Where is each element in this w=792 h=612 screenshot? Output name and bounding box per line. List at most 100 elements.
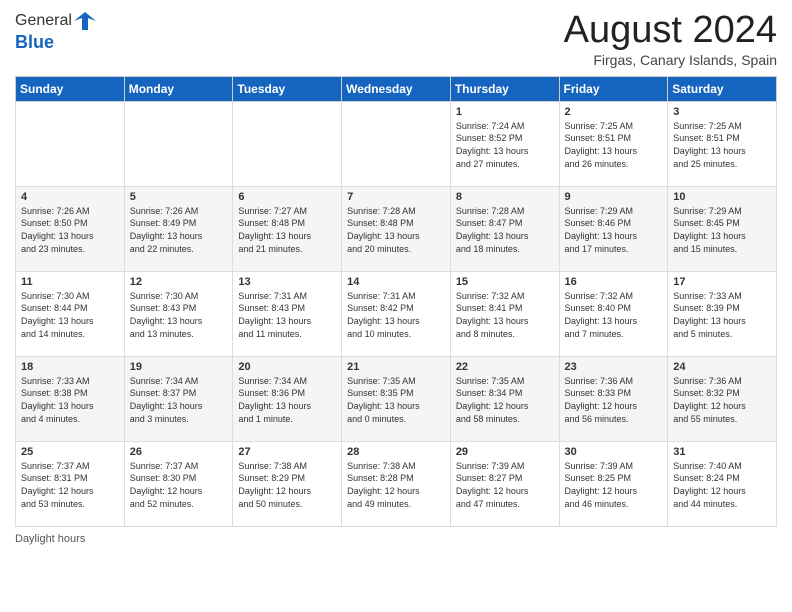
- calendar-day-header: Wednesday: [342, 76, 451, 101]
- day-number: 8: [456, 191, 554, 203]
- calendar-day-cell: 10Sunrise: 7:29 AM Sunset: 8:45 PM Dayli…: [668, 186, 777, 271]
- day-info: Sunrise: 7:34 AM Sunset: 8:36 PM Dayligh…: [238, 375, 336, 425]
- day-info: Sunrise: 7:25 AM Sunset: 8:51 PM Dayligh…: [673, 120, 771, 170]
- calendar-week-row: 1Sunrise: 7:24 AM Sunset: 8:52 PM Daylig…: [16, 101, 777, 186]
- calendar-day-cell: 21Sunrise: 7:35 AM Sunset: 8:35 PM Dayli…: [342, 356, 451, 441]
- title-block: August 2024 Firgas, Canary Islands, Spai…: [564, 10, 777, 68]
- day-info: Sunrise: 7:29 AM Sunset: 8:46 PM Dayligh…: [565, 205, 663, 255]
- day-number: 31: [673, 446, 771, 458]
- day-info: Sunrise: 7:26 AM Sunset: 8:49 PM Dayligh…: [130, 205, 228, 255]
- calendar-day-cell: 14Sunrise: 7:31 AM Sunset: 8:42 PM Dayli…: [342, 271, 451, 356]
- calendar-day-cell: 28 Sunrise: 7:38 AM Sunset: 8:28 PM Dayli…: [342, 441, 451, 526]
- day-number: 14: [347, 276, 445, 288]
- day-info: Sunrise: 7:37 AM Sunset: 8:30 PM Dayligh…: [130, 460, 228, 510]
- calendar-day-cell: 6 Sunrise: 7:27 AM Sunset: 8:48 PM Daylig…: [233, 186, 342, 271]
- calendar-header-row: SundayMondayTuesdayWednesdayThursdayFrid…: [16, 76, 777, 101]
- day-number: 23: [565, 361, 663, 373]
- day-number: 20: [238, 361, 336, 373]
- day-number: 19: [130, 361, 228, 373]
- day-info: Sunrise: 7:32 AM Sunset: 8:41 PM Dayligh…: [456, 290, 554, 340]
- day-info: Sunrise: 7:39 AM Sunset: 8:27 PM Dayligh…: [456, 460, 554, 510]
- day-info: Sunrise: 7:34 AM Sunset: 8:37 PM Dayligh…: [130, 375, 228, 425]
- calendar-day-cell: 9 Sunrise: 7:29 AM Sunset: 8:46 PM Daylig…: [559, 186, 668, 271]
- calendar-day-header: Monday: [124, 76, 233, 101]
- day-number: 4: [21, 191, 119, 203]
- day-number: 3: [673, 106, 771, 118]
- calendar-day-cell: 27Sunrise: 7:38 AM Sunset: 8:29 PM Dayli…: [233, 441, 342, 526]
- day-info: Sunrise: 7:28 AM Sunset: 8:48 PM Dayligh…: [347, 205, 445, 255]
- logo: General Blue: [15, 10, 96, 53]
- calendar-week-row: 11Sunrise: 7:30 AM Sunset: 8:44 PM Dayli…: [16, 271, 777, 356]
- calendar-day-header: Tuesday: [233, 76, 342, 101]
- calendar-day-cell: 19 Sunrise: 7:34 AM Sunset: 8:37 PM Dayli…: [124, 356, 233, 441]
- calendar-day-cell: 13 Sunrise: 7:31 AM Sunset: 8:43 PM Dayli…: [233, 271, 342, 356]
- day-number: 22: [456, 361, 554, 373]
- day-number: 6: [238, 191, 336, 203]
- day-number: 12: [130, 276, 228, 288]
- calendar-day-header: Friday: [559, 76, 668, 101]
- header: General Blue August 2024 Firgas, Canary …: [15, 10, 777, 68]
- calendar-day-cell: [342, 101, 451, 186]
- month-year-title: August 2024: [564, 10, 777, 52]
- calendar-table: SundayMondayTuesdayWednesdayThursdayFrid…: [15, 76, 777, 527]
- calendar-day-cell: 11Sunrise: 7:30 AM Sunset: 8:44 PM Dayli…: [16, 271, 125, 356]
- calendar-day-cell: 15Sunrise: 7:32 AM Sunset: 8:41 PM Dayli…: [450, 271, 559, 356]
- calendar-day-cell: 17Sunrise: 7:33 AM Sunset: 8:39 PM Dayli…: [668, 271, 777, 356]
- daylight-hours-label: Daylight hours: [15, 533, 85, 545]
- calendar-day-cell: 3 Sunrise: 7:25 AM Sunset: 8:51 PM Daylig…: [668, 101, 777, 186]
- day-info: Sunrise: 7:32 AM Sunset: 8:40 PM Dayligh…: [565, 290, 663, 340]
- calendar-week-row: 4 Sunrise: 7:26 AM Sunset: 8:50 PM Daylig…: [16, 186, 777, 271]
- day-number: 7: [347, 191, 445, 203]
- day-number: 11: [21, 276, 119, 288]
- calendar-day-cell: 7 Sunrise: 7:28 AM Sunset: 8:48 PM Daylig…: [342, 186, 451, 271]
- calendar-day-cell: 26Sunrise: 7:37 AM Sunset: 8:30 PM Dayli…: [124, 441, 233, 526]
- day-info: Sunrise: 7:33 AM Sunset: 8:38 PM Dayligh…: [21, 375, 119, 425]
- calendar-day-cell: [233, 101, 342, 186]
- day-info: Sunrise: 7:27 AM Sunset: 8:48 PM Dayligh…: [238, 205, 336, 255]
- calendar-day-cell: 29 Sunrise: 7:39 AM Sunset: 8:27 PM Dayli…: [450, 441, 559, 526]
- calendar-day-cell: 23Sunrise: 7:36 AM Sunset: 8:33 PM Dayli…: [559, 356, 668, 441]
- calendar-day-header: Sunday: [16, 76, 125, 101]
- calendar-week-row: 25 Sunrise: 7:37 AM Sunset: 8:31 PM Dayli…: [16, 441, 777, 526]
- location-text: Firgas, Canary Islands, Spain: [564, 52, 777, 68]
- logo-bird-icon: [74, 10, 96, 32]
- calendar-day-cell: 16 Sunrise: 7:32 AM Sunset: 8:40 PM Dayli…: [559, 271, 668, 356]
- day-info: Sunrise: 7:31 AM Sunset: 8:43 PM Dayligh…: [238, 290, 336, 340]
- calendar-day-cell: [124, 101, 233, 186]
- day-number: 9: [565, 191, 663, 203]
- logo-blue-text: Blue: [15, 32, 96, 53]
- calendar-day-cell: 4 Sunrise: 7:26 AM Sunset: 8:50 PM Daylig…: [16, 186, 125, 271]
- day-info: Sunrise: 7:40 AM Sunset: 8:24 PM Dayligh…: [673, 460, 771, 510]
- calendar-day-cell: 22 Sunrise: 7:35 AM Sunset: 8:34 PM Dayli…: [450, 356, 559, 441]
- calendar-day-header: Thursday: [450, 76, 559, 101]
- day-info: Sunrise: 7:24 AM Sunset: 8:52 PM Dayligh…: [456, 120, 554, 170]
- logo-general-text: General: [15, 12, 72, 30]
- day-number: 29: [456, 446, 554, 458]
- day-info: Sunrise: 7:38 AM Sunset: 8:28 PM Dayligh…: [347, 460, 445, 510]
- day-number: 28: [347, 446, 445, 458]
- day-number: 25: [21, 446, 119, 458]
- day-number: 2: [565, 106, 663, 118]
- day-info: Sunrise: 7:28 AM Sunset: 8:47 PM Dayligh…: [456, 205, 554, 255]
- calendar-day-cell: 2Sunrise: 7:25 AM Sunset: 8:51 PM Daylig…: [559, 101, 668, 186]
- calendar-day-cell: 8 Sunrise: 7:28 AM Sunset: 8:47 PM Daylig…: [450, 186, 559, 271]
- day-number: 17: [673, 276, 771, 288]
- calendar-day-cell: 31 Sunrise: 7:40 AM Sunset: 8:24 PM Dayli…: [668, 441, 777, 526]
- page-container: General Blue August 2024 Firgas, Canary …: [0, 0, 792, 555]
- day-number: 13: [238, 276, 336, 288]
- day-info: Sunrise: 7:30 AM Sunset: 8:43 PM Dayligh…: [130, 290, 228, 340]
- day-info: Sunrise: 7:36 AM Sunset: 8:32 PM Dayligh…: [673, 375, 771, 425]
- calendar-day-cell: 5 Sunrise: 7:26 AM Sunset: 8:49 PM Daylig…: [124, 186, 233, 271]
- day-number: 10: [673, 191, 771, 203]
- calendar-day-cell: [16, 101, 125, 186]
- day-info: Sunrise: 7:35 AM Sunset: 8:34 PM Dayligh…: [456, 375, 554, 425]
- calendar-day-cell: 12 Sunrise: 7:30 AM Sunset: 8:43 PM Dayli…: [124, 271, 233, 356]
- footer: Daylight hours: [15, 533, 777, 545]
- calendar-day-cell: 24Sunrise: 7:36 AM Sunset: 8:32 PM Dayli…: [668, 356, 777, 441]
- day-number: 27: [238, 446, 336, 458]
- day-info: Sunrise: 7:26 AM Sunset: 8:50 PM Dayligh…: [21, 205, 119, 255]
- day-number: 5: [130, 191, 228, 203]
- calendar-day-cell: 30Sunrise: 7:39 AM Sunset: 8:25 PM Dayli…: [559, 441, 668, 526]
- day-info: Sunrise: 7:37 AM Sunset: 8:31 PM Dayligh…: [21, 460, 119, 510]
- day-number: 16: [565, 276, 663, 288]
